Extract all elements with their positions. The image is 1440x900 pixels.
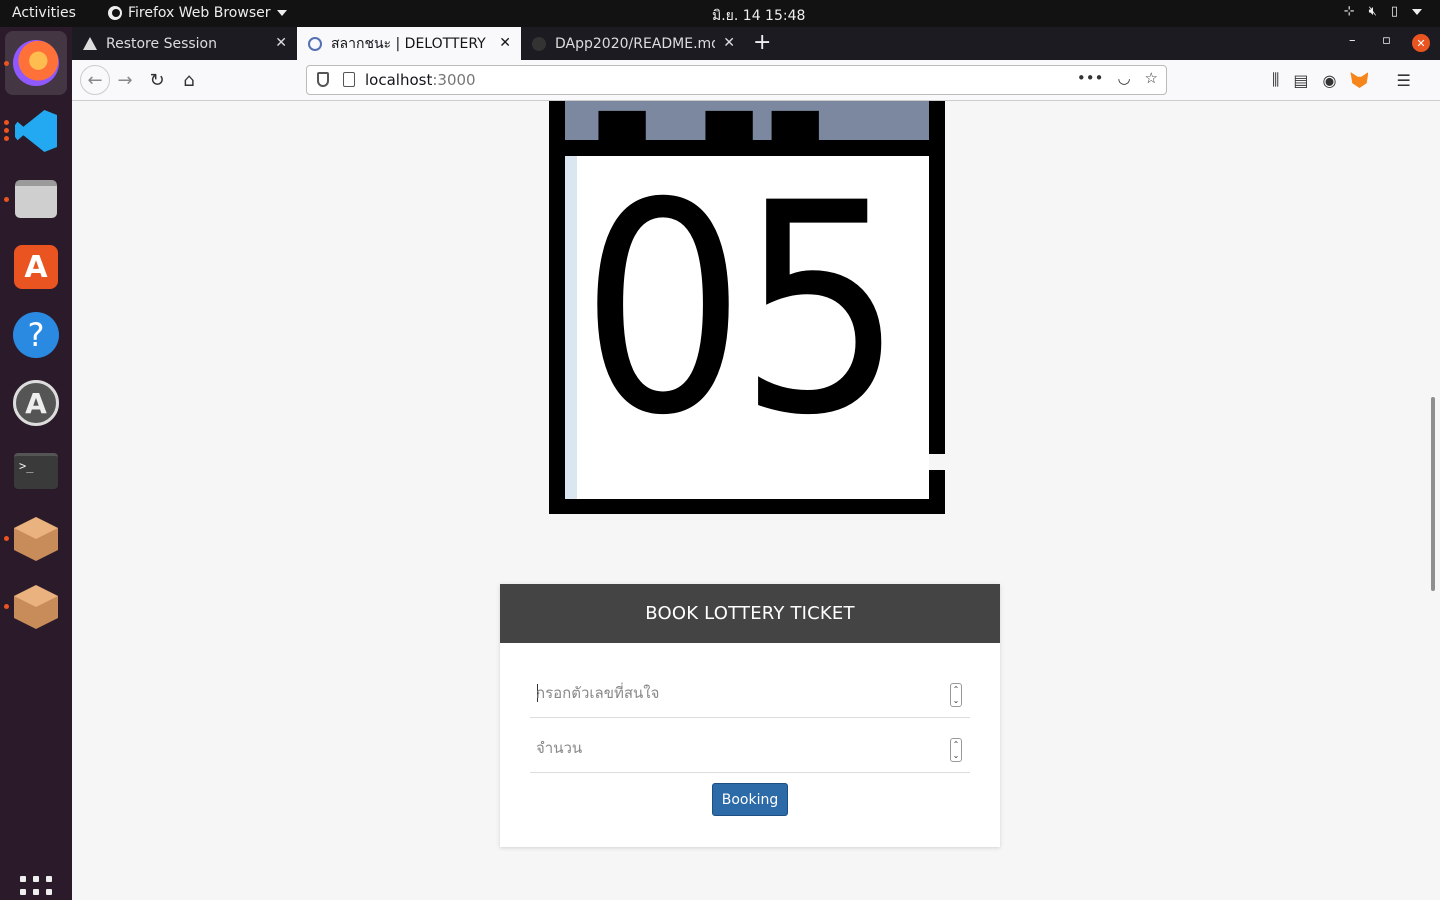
dock-terminal[interactable]: >_: [12, 447, 60, 495]
box-icon: [14, 585, 58, 629]
running-indicator: [4, 536, 9, 541]
tab-readme[interactable]: DApp2020/README.md ✕: [521, 27, 745, 60]
calendar-header: ▀▀ ▀ ▀ ▀▀: [565, 101, 929, 140]
system-tray[interactable]: ⊹ 🔇︎ ▯: [1344, 4, 1422, 19]
calendar-graphic: ▀▀ ▀ ▀ ▀▀ 05: [549, 101, 945, 514]
amount-input[interactable]: [536, 735, 936, 761]
page-info-icon[interactable]: [343, 72, 355, 87]
app-menu-label: Firefox Web Browser: [128, 5, 271, 21]
home-button[interactable]: ⌂: [178, 69, 200, 91]
running-indicator: [4, 120, 9, 125]
vscode-icon: [15, 110, 57, 152]
network-icon: ⊹: [1343, 4, 1355, 19]
firefox-icon: [108, 6, 122, 20]
maximize-button[interactable]: ▫: [1382, 33, 1391, 48]
page-actions-icon[interactable]: •••: [1077, 69, 1104, 87]
url-port: :3000: [432, 71, 476, 89]
running-indicator: [4, 604, 9, 609]
tab-bar: Restore Session ✕ สลากชนะ | DELOTTERY ✕ …: [72, 27, 1440, 60]
tab-title: Restore Session: [106, 35, 217, 52]
sidebar-icon[interactable]: ▤: [1293, 71, 1308, 90]
github-icon: [531, 36, 547, 52]
activities-button[interactable]: Activities: [12, 5, 76, 21]
booking-button[interactable]: Booking: [712, 783, 788, 816]
calendar-header-text: ▀▀ ▀ ▀ ▀▀: [599, 101, 929, 140]
help-icon: ?: [13, 312, 59, 358]
dock: A ? A >_: [0, 27, 72, 900]
dock-box-app-1[interactable]: [12, 515, 60, 563]
url-bar[interactable]: localhost:3000 ••• ◡ ☆: [306, 65, 1167, 95]
running-indicator: [4, 197, 9, 202]
minimize-button[interactable]: –: [1349, 33, 1356, 48]
url-host: localhost: [365, 71, 433, 89]
url-text[interactable]: localhost:3000: [365, 71, 476, 89]
number-stepper[interactable]: ⌃ ⌄: [950, 683, 962, 707]
dock-help[interactable]: ?: [12, 311, 60, 359]
software-updater-icon: A: [13, 380, 59, 426]
tab-title: DApp2020/README.md: [555, 35, 715, 52]
bookmark-star-icon[interactable]: ☆: [1145, 69, 1158, 87]
system-top-bar: Activities Firefox Web Browser มิ.ย. 14 …: [0, 0, 1440, 27]
lottery-favicon-icon: [307, 36, 323, 52]
files-icon: [15, 180, 57, 218]
hamburger-menu-icon[interactable]: ☰: [1396, 71, 1410, 90]
close-tab-icon[interactable]: ✕: [499, 35, 511, 51]
dock-vscode[interactable]: [12, 107, 60, 155]
toolbar-right: ⫼ ▤ ◉ ☰: [1272, 70, 1411, 90]
dock-software[interactable]: A: [12, 243, 60, 291]
tab-title: สลากชนะ | DELOTTERY: [331, 35, 486, 52]
tab-delottery[interactable]: สลากชนะ | DELOTTERY ✕: [297, 27, 521, 60]
close-window-button[interactable]: ✕: [1412, 34, 1430, 52]
pocket-icon[interactable]: ◡: [1117, 69, 1130, 87]
chevron-down-icon: [1412, 8, 1422, 15]
navigation-toolbar: ← → ↻ ⌂ localhost:3000 ••• ◡ ☆ ⫼ ▤ ◉ ☰: [72, 60, 1440, 101]
tab-restore-session[interactable]: Restore Session ✕: [72, 27, 297, 60]
running-indicator: [4, 128, 9, 133]
calendar-body: 05: [565, 156, 929, 499]
booking-card: BOOK LOTTERY TICKET ⌃⌄ ⌃⌄ Booking: [500, 584, 1000, 847]
box-icon: [14, 517, 58, 561]
chevron-down-icon: [276, 10, 287, 16]
lottery-number-input[interactable]: [536, 680, 936, 706]
close-tab-icon[interactable]: ✕: [723, 35, 735, 51]
new-tab-button[interactable]: +: [753, 30, 771, 55]
page-scrollbar[interactable]: [1431, 397, 1435, 591]
dock-firefox[interactable]: [5, 31, 67, 95]
page-viewport[interactable]: ▀▀ ▀ ▀ ▀▀ 05 BOOK LOTTERY TICKET ⌃⌄ ⌃⌄ B…: [72, 101, 1440, 900]
volume-muted-icon: 🔇︎: [1368, 4, 1377, 19]
back-button[interactable]: ←: [80, 65, 110, 95]
clock[interactable]: มิ.ย. 14 15:48: [712, 5, 805, 27]
calendar-notch: [929, 454, 945, 470]
app-menu[interactable]: Firefox Web Browser: [108, 5, 287, 21]
account-icon[interactable]: ◉: [1323, 71, 1337, 90]
warning-icon: [82, 36, 98, 52]
running-indicator: [4, 61, 9, 66]
amount-stepper[interactable]: ⌃ ⌄: [950, 738, 962, 762]
amount-field: ⌃⌄: [530, 723, 970, 773]
reload-button[interactable]: ↻: [146, 69, 168, 91]
lottery-number-field: ⌃⌄: [530, 668, 970, 718]
dock-box-app-2[interactable]: [12, 583, 60, 631]
calendar-day: 05: [580, 156, 904, 479]
software-store-icon: A: [14, 245, 58, 289]
booking-card-title: BOOK LOTTERY TICKET: [500, 584, 1000, 643]
tracking-protection-shield-icon[interactable]: [317, 72, 329, 87]
running-indicator: [4, 136, 9, 141]
show-applications-icon[interactable]: [20, 876, 52, 900]
phone-icon: ▯: [1390, 4, 1398, 19]
dock-files[interactable]: [12, 175, 60, 223]
url-actions: ••• ◡ ☆: [1077, 69, 1158, 87]
dock-software-updater[interactable]: A: [12, 379, 60, 427]
close-tab-icon[interactable]: ✕: [275, 35, 287, 51]
firefox-icon: [13, 40, 59, 86]
forward-button[interactable]: →: [114, 69, 136, 91]
library-icon[interactable]: ⫼: [1272, 70, 1279, 90]
metamask-icon[interactable]: [1350, 72, 1369, 88]
terminal-icon: >_: [14, 453, 58, 489]
